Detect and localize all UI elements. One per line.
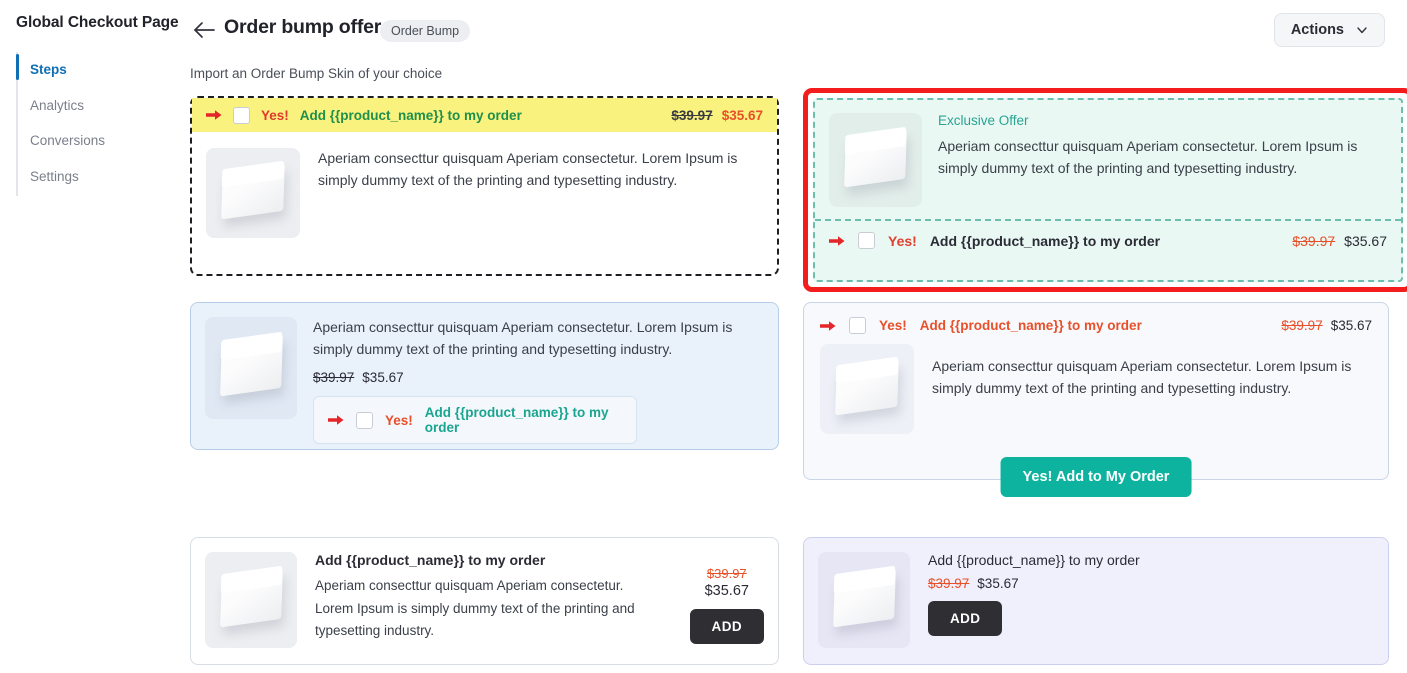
skin-5-description: Aperiam consecttur quisquam Aperiam cons…: [315, 578, 635, 639]
skin-4-cta-button[interactable]: Yes! Add to My Order: [1000, 457, 1192, 497]
skin-1-description: Aperiam consecttur quisquam Aperiam cons…: [318, 150, 738, 188]
skin-4-body: Aperiam consecttur quisquam Aperiam cons…: [804, 338, 1388, 434]
product-box-image: [205, 317, 297, 419]
order-bump-skin-picker-page: Global Checkout Page Steps Analytics Con…: [0, 0, 1407, 673]
product-box-image: [829, 113, 922, 207]
product-box-image: [206, 148, 300, 238]
skin-4-prices: $39.97 $35.67: [1281, 318, 1372, 333]
skin-2-offer-bar: Yes! Add {{product_name}} to my order $3…: [815, 219, 1401, 260]
skin-4-old-price: $39.97: [1281, 318, 1323, 333]
skin-5-new-price: $35.67: [704, 583, 749, 599]
arrow-right-icon: [206, 108, 222, 122]
skin-1-prices: $39.97 $35.67: [671, 108, 763, 123]
sidebar-item-analytics[interactable]: Analytics: [16, 88, 180, 124]
skin-2-old-price: $39.97: [1292, 232, 1336, 249]
product-box-image: [820, 344, 914, 434]
skin-4-checkbox[interactable]: [849, 317, 866, 334]
arrow-right-icon: [829, 234, 845, 248]
skin-5-purchase-area: $39.97 $35.67 ADD: [689, 552, 764, 650]
skin-card-lavender-add[interactable]: Add {{product_name}} to my order $39.97 …: [803, 537, 1389, 665]
skin-3-description: Aperiam consecttur quisquam Aperiam cons…: [313, 319, 733, 357]
skin-1-yes-text: Yes!: [261, 107, 289, 123]
skin-2-new-price: $35.67: [1344, 232, 1387, 249]
skin-3-prices: $39.97 $35.67: [313, 370, 738, 385]
back-arrow-icon[interactable]: [190, 16, 218, 44]
skin-6-new-price: $35.67: [977, 576, 1019, 591]
skin-1-body: Aperiam consecttur quisquam Aperiam cons…: [192, 132, 777, 254]
skin-card-teal-cta[interactable]: Yes! Add {{product_name}} to my order $3…: [803, 302, 1389, 497]
skin-3-new-price: $35.67: [362, 370, 404, 386]
skin-1-offer-text: Add {{product_name}} to my order: [299, 107, 522, 123]
skin-3-old-price: $39.97: [313, 370, 355, 386]
skin-4-offer-text: Add {{product_name}} to my order: [919, 318, 1142, 333]
sidebar-item-label: Conversions: [30, 133, 106, 148]
skin-5-add-button[interactable]: ADD: [689, 609, 764, 644]
sidebar-item-settings[interactable]: Settings: [16, 159, 180, 195]
product-box-image: [818, 552, 910, 648]
skin-3-offer-text: Add {{product_name}} to my order: [424, 405, 609, 436]
skin-6-add-button[interactable]: ADD: [928, 601, 1003, 636]
actions-button[interactable]: Actions: [1273, 13, 1385, 47]
skin-2-yes-text: Yes!: [888, 232, 917, 249]
sidebar-item-steps[interactable]: Steps: [16, 52, 180, 88]
skin-card-exclusive-offer-selected[interactable]: Exclusive Offer Aperiam consecttur quisq…: [803, 88, 1407, 292]
skin-5-old-price: $39.97: [706, 566, 747, 581]
skin-3-checkbox[interactable]: [356, 411, 373, 429]
skin-5-title: Add {{product_name}} to my order: [315, 552, 546, 568]
sidebar-item-conversions[interactable]: Conversions: [16, 123, 180, 159]
skin-1-offer-bar: Yes! Add {{product_name}} to my order $3…: [192, 98, 777, 132]
skin-2-description: Aperiam consecttur quisquam Aperiam cons…: [938, 138, 1358, 177]
sidebar-nav: Steps Analytics Conversions Settings: [0, 52, 180, 196]
skin-1-new-price: $35.67: [721, 107, 763, 123]
page-header: Order bump offer Order Bump Actions: [180, 0, 1407, 58]
skin-4-offer-bar: Yes! Add {{product_name}} to my order $3…: [804, 303, 1388, 338]
arrow-right-icon: [328, 413, 344, 427]
chevron-down-icon: [1356, 24, 1368, 36]
sidebar-item-label: Analytics: [30, 97, 85, 113]
product-box-image: [205, 552, 297, 648]
skin-3-offer-bar[interactable]: Yes! Add {{product_name}} to my order: [313, 396, 637, 445]
skin-2-offer-text: Add {{product_name}} to my order: [929, 232, 1161, 249]
skin-2-inner: Exclusive Offer Aperiam consecttur quisq…: [813, 98, 1403, 282]
skin-6-prices: $39.97 $35.67: [928, 576, 1140, 591]
sidebar: Global Checkout Page Steps Analytics Con…: [0, 0, 180, 673]
skin-6-title: Add {{product_name}} to my order: [928, 552, 1140, 568]
sidebar-item-label: Settings: [30, 168, 79, 184]
actions-button-label: Actions: [1290, 22, 1344, 38]
sidebar-title: Global Checkout Page: [16, 14, 179, 31]
arrow-right-icon: [820, 319, 836, 333]
skin-2-checkbox[interactable]: [858, 232, 875, 249]
skin-4-description: Aperiam consecttur quisquam Aperiam cons…: [932, 358, 1352, 396]
skin-2-body: Exclusive Offer Aperiam consecttur quisq…: [815, 100, 1401, 219]
skin-4-yes-text: Yes!: [879, 318, 907, 333]
skin-4-new-price: $35.67: [1330, 318, 1372, 333]
skin-1-old-price: $39.97: [671, 107, 713, 123]
skin-card-blue-panel[interactable]: Aperiam consecttur quisquam Aperiam cons…: [190, 302, 779, 450]
status-badge: Order Bump: [380, 20, 471, 42]
skin-3-yes-text: Yes!: [385, 412, 413, 428]
skin-card-plain-add[interactable]: Add {{product_name}} to my order Aperiam…: [190, 537, 779, 665]
skin-1-checkbox[interactable]: [233, 106, 250, 124]
section-subtitle: Import an Order Bump Skin of your choice: [190, 66, 443, 81]
skin-2-prices: $39.97 $35.67: [1292, 233, 1387, 249]
skin-card-yellow-dashed[interactable]: Yes! Add {{product_name}} to my order $3…: [190, 96, 779, 276]
sidebar-item-label: Steps: [30, 62, 67, 77]
skin-6-old-price: $39.97: [928, 576, 970, 591]
page-title: Order bump offer: [224, 16, 382, 38]
skin-2-heading: Exclusive Offer: [938, 113, 1029, 128]
